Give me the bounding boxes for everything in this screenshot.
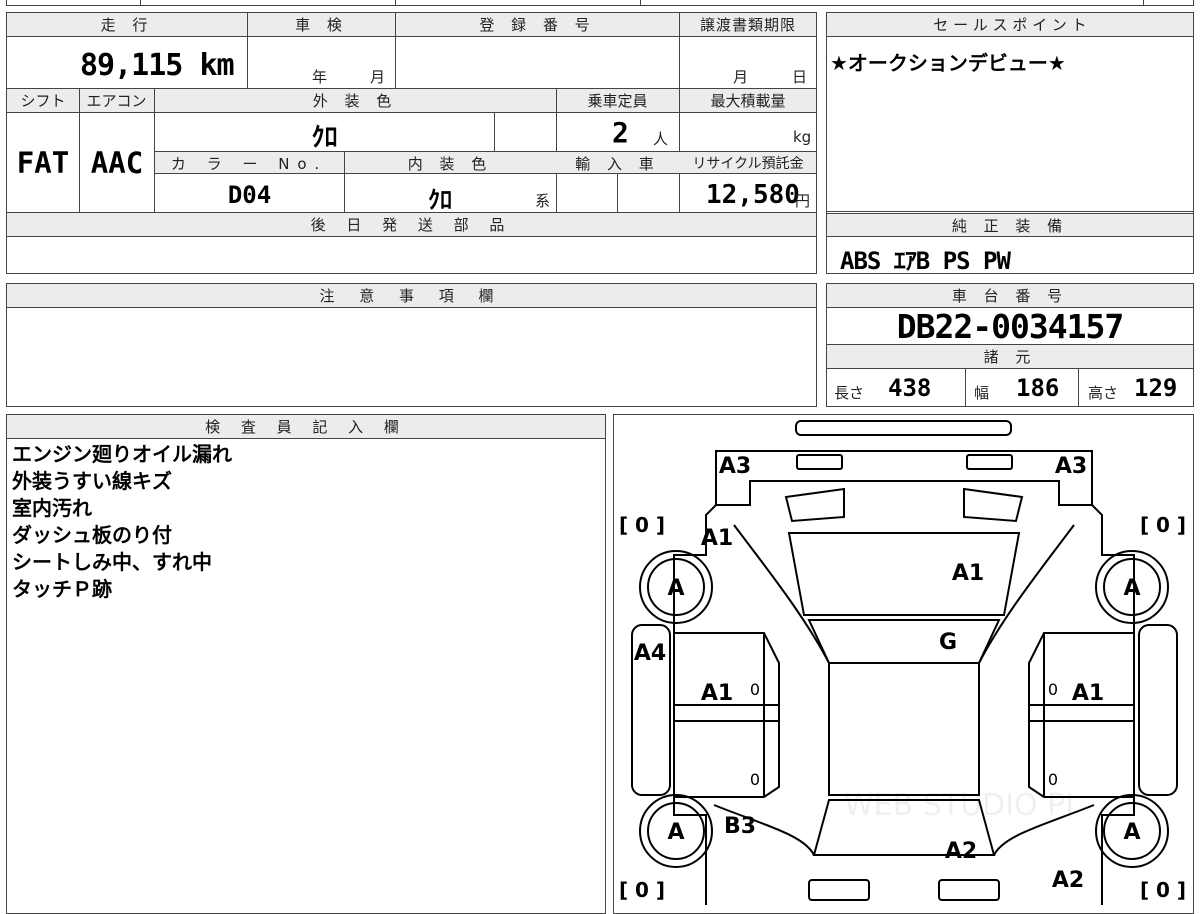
mark-windshield: G <box>939 630 957 655</box>
remark-line: シートしみ中、すれ中 <box>12 550 212 574</box>
inspection-month-unit: 月 <box>370 68 386 86</box>
inspector-remarks: エンジン廻りオイル漏れ 外装うすい線キズ 室内汚れ ダッシュ板のり付 シートしみ… <box>12 441 232 603</box>
remark-line: 外装うすい線キズ <box>12 469 172 493</box>
genuine-equipment-label: 純 正 装 備 <box>951 217 1069 235</box>
inspector-label: 検 査 員 記 入 欄 <box>205 418 407 436</box>
tire-grade-fr: A <box>1123 576 1140 601</box>
import-label: 輸 入 車 <box>575 155 660 173</box>
top-header-strip <box>6 0 1194 6</box>
tread-rr: [ 0 ] <box>1140 878 1186 902</box>
tire-grade-rl: A <box>667 820 684 845</box>
height-label: 高さ <box>1088 384 1119 402</box>
door-mark: 0 <box>750 770 760 789</box>
exterior-color-label: 外 装 色 <box>312 92 398 110</box>
mark-hood: A1 <box>952 561 984 586</box>
mileage-label: 走 行 <box>100 16 154 34</box>
sales-point-box <box>826 12 1194 212</box>
deadline-month-unit: 月 <box>733 68 749 86</box>
capacity-label: 乗車定員 <box>587 92 648 110</box>
capacity-unit: 人 <box>653 130 669 148</box>
mark-rear-right: A2 <box>1052 868 1084 893</box>
later-parts-label: 後 日 発 送 部 品 <box>310 216 513 234</box>
sales-point-value: ★オークションデビュー★ <box>830 51 1066 75</box>
tread-fl: [ 0 ] <box>619 513 665 537</box>
door-mark: 0 <box>750 680 760 699</box>
genuine-equipment-value: ABS ｴｱB PS PW <box>840 247 1011 275</box>
exterior-color-value: ｸﾛ <box>311 123 338 153</box>
remark-line: タッチＰ跡 <box>12 577 112 601</box>
inspection-label: 車 検 <box>295 16 348 34</box>
sales-point-label: セ ー ル ス ポ イ ン ト <box>933 16 1087 34</box>
deadline-day-unit: 日 <box>792 68 808 86</box>
remark-line: ダッシュ板のり付 <box>12 523 172 547</box>
recycle-fee-label: リサイクル預託金 <box>692 156 804 172</box>
mark-roof-rear: A2 <box>945 839 977 864</box>
notes-label: 注 意 事 項 欄 <box>319 287 504 305</box>
width-value: 186 <box>1016 374 1060 402</box>
mark-rear-fender-left: B3 <box>724 814 756 839</box>
mark-pillar-left: A4 <box>634 641 666 666</box>
damage-diagram-box: A A A A A3 A3 A1 A1 G A4 A1 A1 B3 A2 A2 … <box>613 414 1194 914</box>
interior-color-value: ｸﾛ <box>428 186 452 214</box>
color-no-value: D04 <box>227 181 272 209</box>
width-label: 幅 <box>974 384 990 402</box>
mark-fender-left: A1 <box>701 526 733 551</box>
length-value: 438 <box>888 374 932 402</box>
aircon-label: エアコン <box>86 92 147 110</box>
mark-front-right: A3 <box>1055 454 1087 479</box>
max-load-label: 最大積載量 <box>710 92 786 110</box>
max-load-unit: kg <box>793 128 812 146</box>
registration-label: 登 録 番 号 <box>479 16 596 34</box>
tread-rl: [ 0 ] <box>619 878 665 902</box>
interior-color-label: 内 装 色 <box>407 155 493 173</box>
mark-door-left: A1 <box>701 681 733 706</box>
watermark: WEB STUDIO PI <box>844 788 1074 823</box>
specs-label: 諸 元 <box>983 348 1037 366</box>
chassis-number: DB22-0034157 <box>896 307 1124 346</box>
remark-line: エンジン廻りオイル漏れ <box>12 442 232 466</box>
aircon-value: AAC <box>90 146 144 180</box>
tire-grade-rr: A <box>1123 820 1140 845</box>
color-no-label: カ ラ ー No. <box>170 155 328 173</box>
recycle-fee-value: 12,580 <box>706 180 800 210</box>
height-value: 129 <box>1134 374 1178 402</box>
door-mark: 0 <box>1048 680 1058 699</box>
mark-door-right: A1 <box>1072 681 1104 706</box>
door-mark: 0 <box>1048 770 1058 789</box>
shift-value: FAT <box>16 146 70 180</box>
inspection-year-unit: 年 <box>312 68 328 86</box>
capacity-value: 2 <box>612 116 629 149</box>
car-damage-diagram: A A A A A3 A3 A1 A1 G A4 A1 A1 B3 A2 A2 … <box>619 420 1186 905</box>
remark-line: 室内汚れ <box>12 496 92 520</box>
interior-color-suffix: 系 <box>535 192 551 210</box>
transfer-deadline-label: 譲渡書類期限 <box>699 16 796 34</box>
length-label: 長さ <box>834 384 865 402</box>
recycle-fee-unit: 円 <box>795 192 811 210</box>
tire-grade-fl: A <box>667 576 684 601</box>
shift-label: シフト <box>20 92 66 110</box>
chassis-label: 車 台 番 号 <box>951 287 1069 305</box>
mileage-value: 89,115 km <box>80 48 235 83</box>
mark-front-left: A3 <box>719 454 751 479</box>
tread-fr: [ 0 ] <box>1140 513 1186 537</box>
